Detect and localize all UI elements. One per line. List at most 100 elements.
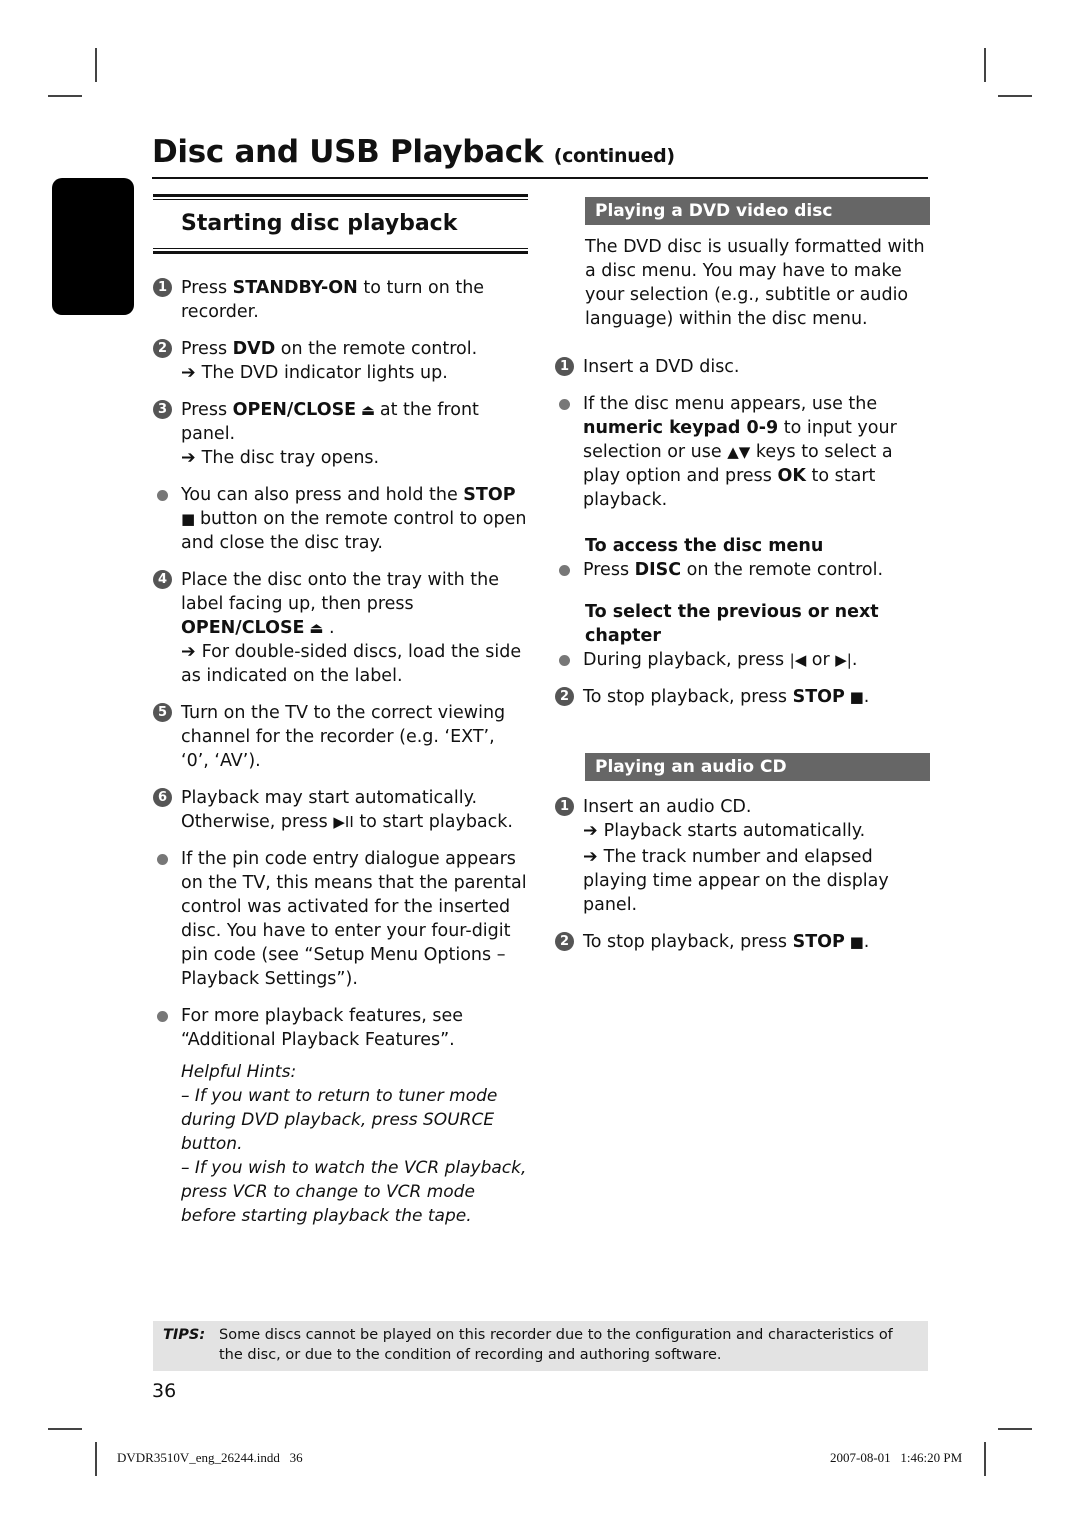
key-name: OPEN/CLOSE [232, 400, 357, 420]
key-symbol-icon: ■ [181, 510, 200, 528]
bullet-icon [559, 655, 570, 666]
step-item: 5 Turn on the TV to the correct viewing c… [153, 701, 528, 773]
key-name: STANDBY-ON [232, 278, 358, 298]
bullet-icon [157, 490, 168, 501]
hints-title: Helpful Hints: [181, 1062, 297, 1082]
text-run: . [863, 687, 870, 707]
arrow-icon: ➔ [181, 642, 196, 662]
step-number-icon: 1 [153, 278, 172, 297]
slug-filename: DVDR3510V_eng_26244.indd 36 [117, 1450, 303, 1465]
item-text: Playback may start automatically. Otherw… [181, 788, 513, 832]
crop-mark [95, 1442, 97, 1476]
step-item: 6 Playback may start automatically. Other… [153, 786, 528, 834]
key-symbol-icon: ⏏ [304, 619, 324, 637]
key-symbol-icon: ▲▼ [727, 443, 751, 461]
crop-mark [48, 95, 82, 97]
result-line: ➔ The track number and elapsed playing ti… [583, 845, 930, 917]
step-number-icon: 1 [555, 357, 574, 376]
bullet-text: During playback, press |◀ or ▶|. [583, 650, 857, 670]
section-rule-bottom [153, 248, 528, 254]
arrow-icon: ➔ [583, 821, 598, 841]
key-name: STOP [792, 687, 845, 707]
step-number-icon: 6 [153, 788, 172, 807]
step-number-icon: 2 [555, 932, 574, 951]
item-text: You can also press and hold the STOP ■ b… [181, 485, 526, 553]
tips-box: TIPS: Some discs cannot be played on thi… [153, 1321, 928, 1371]
hint-line: – If you wish to watch the VCR playback,… [181, 1158, 527, 1226]
arrow-icon: ➔ [181, 448, 196, 468]
step-item: 1 Press STANDBY-ON to turn on the recorde… [153, 276, 528, 324]
key-name: STOP [463, 485, 516, 505]
key-name: DISC [634, 560, 682, 580]
bullet-icon [157, 854, 168, 865]
section-header: Starting disc playback [153, 194, 528, 254]
text-run: . [863, 932, 870, 952]
text-run: Turn on the TV to the correct viewing ch… [181, 703, 506, 771]
step-item: 2 To stop playback, press STOP ■. [555, 930, 930, 954]
text-run: button on the remote control to open and… [181, 509, 527, 553]
item-text: Place the disc onto the tray with the la… [181, 570, 499, 638]
item-text: Press OPEN/CLOSE ⏏ at the front panel. [181, 400, 479, 444]
text-run: Place the disc onto the tray with the la… [181, 570, 499, 614]
result-text: The DVD indicator lights up. [201, 363, 448, 383]
subheading: To access the disc menu [585, 536, 824, 556]
bullet-text: If the disc menu appears, use the numeri… [583, 394, 897, 510]
key-name: numeric keypad 0-9 [583, 418, 779, 438]
language-label: English [114, 390, 132, 459]
text-run: If the disc menu appears, use the [583, 394, 878, 414]
section-title: Starting disc playback [181, 211, 458, 236]
text-run: Press [181, 278, 233, 298]
cd-section-title: Playing an audio CD [585, 753, 930, 781]
key-symbol-icon: |◀ [789, 651, 807, 669]
crop-mark [95, 48, 97, 82]
title-rule [152, 177, 928, 179]
page-title-suffix: (continued) [553, 145, 675, 167]
bullet-text: Press DISC on the remote control. [583, 560, 883, 580]
text-run: If the pin code entry dialogue appears o… [181, 849, 527, 989]
item-text: For more playback features, see “Additio… [181, 1006, 463, 1050]
text-run: or [806, 650, 836, 670]
crop-mark [984, 48, 986, 82]
bullet-item: For more playback features, see “Additio… [153, 1004, 528, 1052]
page-number: 36 [152, 1380, 177, 1402]
key-name: DVD [232, 339, 276, 359]
step-item: 2 To stop playback, press STOP ■. [555, 685, 930, 709]
step-number-icon: 5 [153, 703, 172, 722]
hint-line: – If you want to return to tuner mode du… [181, 1086, 498, 1154]
result-text: The disc tray opens. [201, 448, 380, 468]
step-number-icon: 3 [153, 400, 172, 419]
bullet-icon [559, 399, 570, 410]
language-tab: English [52, 178, 134, 459]
item-text: Press DVD on the remote control. [181, 339, 477, 359]
text-run: Press [181, 339, 233, 359]
step-number-icon: 2 [153, 339, 172, 358]
step-item: 2 Press DVD on the remote control. ➔ The DV… [153, 337, 528, 385]
crop-mark [998, 95, 1032, 97]
text-run: During playback, press [583, 650, 790, 670]
step-item: 1 Insert a DVD disc. [555, 355, 930, 379]
text-run: To stop playback, press [583, 687, 793, 707]
item-text: Turn on the TV to the correct viewing ch… [181, 703, 505, 771]
bullet-icon [157, 1011, 168, 1022]
key-symbol-icon: ■ [844, 933, 864, 951]
bullet-item: Press DISC on the remote control. [555, 558, 930, 582]
bullet-icon [559, 565, 570, 576]
slug-timestamp: 2007-08-01 1:46:20 PM [830, 1450, 963, 1465]
step-number-icon: 4 [153, 570, 172, 589]
section-rule-top [153, 194, 528, 200]
step-item: 1 Insert an audio CD. ➔ Playback starts a… [555, 795, 930, 917]
arrow-icon: ➔ [583, 847, 598, 867]
result-line: ➔ The DVD indicator lights up. [181, 361, 528, 385]
bullet-item: If the disc menu appears, use the numeri… [555, 392, 930, 512]
tips-label: TIPS: [163, 1327, 206, 1343]
text-run: . [851, 650, 858, 670]
key-name: OPEN/CLOSE [181, 618, 305, 638]
step-text: Insert an audio CD. [583, 797, 752, 817]
result-line: ➔ Playback starts automatically. [583, 819, 930, 843]
key-symbol-icon: ▶II [333, 813, 354, 831]
text-run: To stop playback, press [583, 932, 793, 952]
crop-mark [48, 1428, 82, 1430]
crop-mark [984, 1442, 986, 1476]
key-name: OK [777, 466, 806, 486]
step-item: 4 Place the disc onto the tray with the l… [153, 568, 528, 688]
